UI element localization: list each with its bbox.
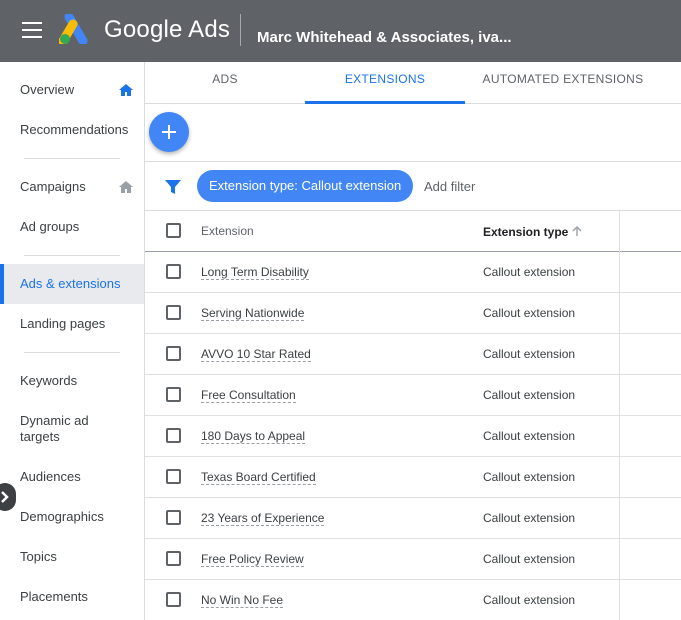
sidebar-item-label: Dynamic ad targets: [20, 413, 89, 444]
extension-type-cell: Callout extension: [483, 593, 576, 607]
sidebar-item-label: Landing pages: [20, 316, 106, 331]
extension-type-cell: Callout extension: [483, 511, 576, 525]
google-ads-logo: [59, 14, 88, 44]
row-checkbox[interactable]: [166, 469, 181, 484]
extension-text[interactable]: 180 Days to Appeal: [201, 429, 306, 444]
row-checkbox[interactable]: [166, 264, 181, 279]
sidebar-item-landing-pages[interactable]: Landing pages: [0, 316, 144, 332]
filter-chip-extension-type[interactable]: Extension type: Callout extension: [197, 170, 414, 202]
extension-type-cell: Callout extension: [483, 429, 576, 443]
extension-text[interactable]: Serving Nationwide: [201, 306, 305, 321]
tab-ads[interactable]: ADS: [175, 62, 275, 104]
sidebar-item-audiences[interactable]: Audiences: [0, 469, 144, 485]
sidebar-item-overview[interactable]: Overview: [0, 82, 144, 98]
sidebar-item-ad-groups[interactable]: Ad groups: [0, 219, 144, 235]
row-checkbox[interactable]: [166, 428, 181, 443]
tab-extensions[interactable]: EXTENSIONS: [305, 62, 465, 104]
sidebar-item-label: Ads & extensions: [20, 276, 121, 291]
column-header-extension-type[interactable]: Extension type: [483, 225, 568, 239]
table-row: Free Consultation Callout extension: [145, 375, 681, 416]
extension-type-cell: Callout extension: [483, 388, 576, 402]
extension-type-cell: Callout extension: [483, 265, 576, 279]
sidebar-item-label: Ad groups: [20, 219, 80, 234]
table-row: Serving Nationwide Callout extension: [145, 293, 681, 334]
sidebar-item-label: Demographics: [20, 509, 104, 524]
extension-type-cell: Callout extension: [483, 347, 576, 361]
tab-automated-extensions[interactable]: AUTOMATED EXTENSIONS: [475, 62, 651, 104]
sidebar-item-label: Campaigns: [20, 179, 86, 194]
sidebar-item-ads-extensions[interactable]: Ads & extensions: [0, 264, 144, 304]
sidebar-item-label: Overview: [20, 82, 75, 97]
filter-icon[interactable]: [164, 178, 182, 196]
extension-type-cell: Callout extension: [483, 306, 576, 320]
row-checkbox[interactable]: [166, 305, 181, 320]
sidebar-item-keywords[interactable]: Keywords: [0, 373, 144, 389]
table-row: 23 Years of Experience Callout extension: [145, 498, 681, 539]
filter-bar: Extension type: Callout extension Add fi…: [145, 161, 681, 211]
sidebar-item-label: Audiences: [20, 469, 81, 484]
header-divider: [240, 14, 241, 46]
sidebar-item-demographics[interactable]: Demographics: [0, 509, 144, 525]
sidebar-item-label: Placements: [20, 589, 88, 604]
row-checkbox[interactable]: [166, 592, 181, 607]
sidebar-divider: [24, 352, 120, 353]
sidebar-collapse-button[interactable]: [0, 483, 16, 511]
select-all-checkbox[interactable]: [166, 223, 181, 238]
extension-type-cell: Callout extension: [483, 552, 576, 566]
sidebar-item-label: Recommendations: [20, 122, 129, 137]
add-filter-button[interactable]: Add filter: [424, 179, 475, 194]
chevron-right-icon: [1, 491, 9, 503]
table-row: 180 Days to Appeal Callout extension: [145, 416, 681, 457]
sidebar-divider: [24, 158, 120, 159]
column-header-extension[interactable]: Extension: [201, 224, 254, 238]
sidebar-item-placements[interactable]: Placements: [0, 589, 144, 605]
table-row: Long Term Disability Callout extension: [145, 252, 681, 293]
account-name[interactable]: Marc Whitehead & Associates, iva...: [257, 29, 512, 46]
add-extension-button[interactable]: [149, 112, 189, 152]
sidebar-divider: [24, 255, 120, 256]
tab-bar: ADS EXTENSIONS AUTOMATED EXTENSIONS: [145, 62, 681, 104]
extension-type-cell: Callout extension: [483, 470, 576, 484]
extension-text[interactable]: Free Consultation: [201, 388, 296, 403]
extensions-table: Extension Extension type Long Term Disab…: [145, 211, 681, 620]
sidebar-nav: Overview Recommendations Campaigns Ad gr…: [0, 62, 145, 620]
sidebar-item-label: Keywords: [20, 373, 78, 388]
table-row: Texas Board Certified Callout extension: [145, 457, 681, 498]
home-icon: [119, 181, 133, 193]
hamburger-menu-icon[interactable]: [22, 22, 42, 38]
brand-title: Google Ads: [104, 16, 231, 43]
top-app-bar: Google Ads Marc Whitehead & Associates, …: [0, 0, 681, 62]
extension-text[interactable]: 23 Years of Experience: [201, 511, 325, 526]
sidebar-item-label: Topics: [20, 549, 57, 564]
table-row: Free Policy Review Callout extension: [145, 539, 681, 580]
extension-text[interactable]: No Win No Fee: [201, 593, 284, 608]
row-checkbox[interactable]: [166, 510, 181, 525]
extension-text[interactable]: Long Term Disability: [201, 265, 309, 280]
sidebar-item-campaigns[interactable]: Campaigns: [0, 179, 144, 195]
row-checkbox[interactable]: [166, 387, 181, 402]
row-checkbox[interactable]: [166, 346, 181, 361]
sidebar-item-topics[interactable]: Topics: [0, 549, 144, 565]
extension-text[interactable]: AVVO 10 Star Rated: [201, 347, 311, 362]
table-row: AVVO 10 Star Rated Callout extension: [145, 334, 681, 375]
row-checkbox[interactable]: [166, 551, 181, 566]
sidebar-item-recommendations[interactable]: Recommendations: [0, 122, 144, 138]
sidebar-item-dynamic-ad-targets[interactable]: Dynamic ad targets: [0, 413, 110, 445]
sort-ascending-icon[interactable]: [571, 225, 583, 237]
extension-text[interactable]: Free Policy Review: [201, 552, 304, 567]
table-header: Extension Extension type: [145, 211, 681, 252]
table-row: No Win No Fee Callout extension: [145, 580, 681, 620]
extension-text[interactable]: Texas Board Certified: [201, 470, 316, 485]
home-icon: [119, 84, 133, 96]
